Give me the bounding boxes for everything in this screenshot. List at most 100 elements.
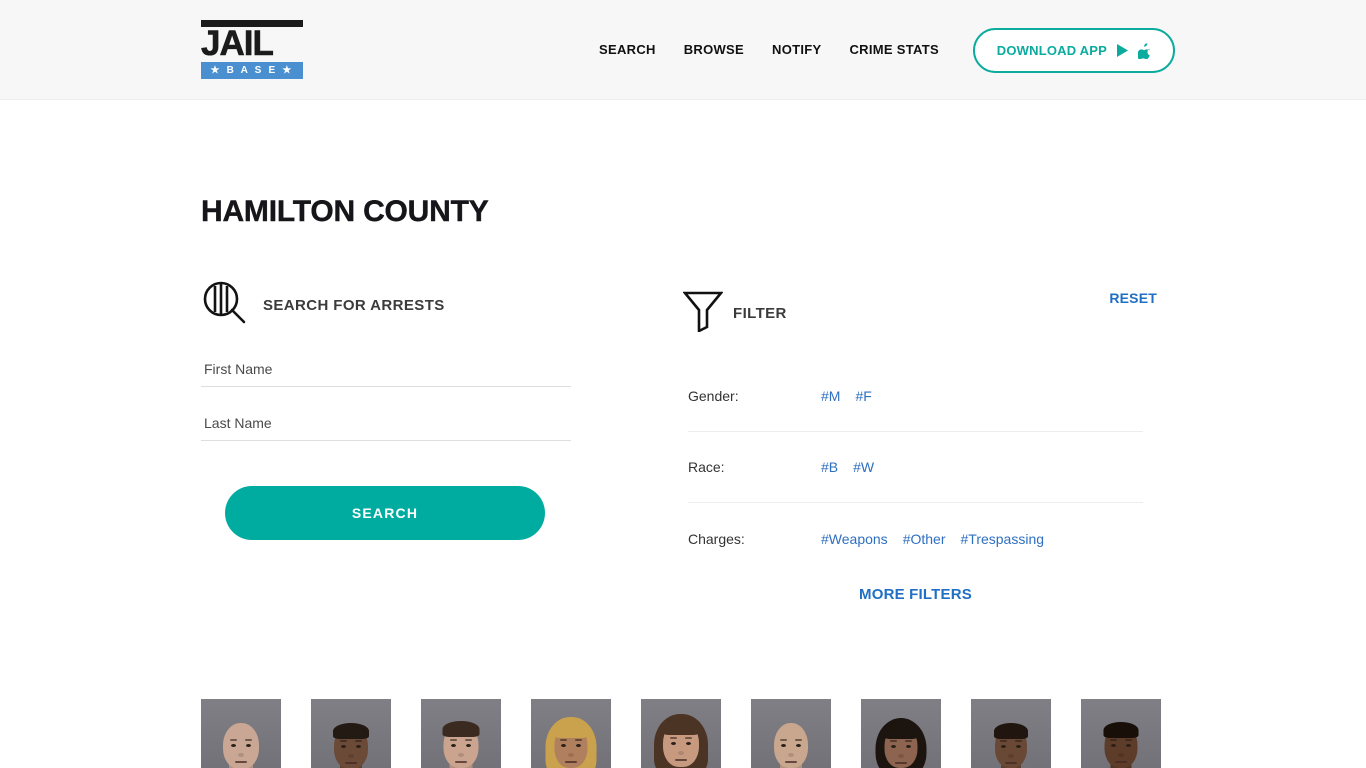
mugshot-thumbnail[interactable]: JailBase.com [641, 699, 721, 768]
mugshot-nose [238, 753, 244, 757]
nav-item-search[interactable]: SEARCH [599, 42, 656, 57]
mugshot-thumbnail[interactable]: JailBase.com [201, 699, 281, 768]
mugshot-hairline [1103, 722, 1139, 738]
filter-panel-header: FILTER RESET [681, 285, 1165, 341]
mugshot-eye [1001, 745, 1006, 748]
mugshot-eye [356, 745, 361, 748]
mugshot-brow [780, 739, 787, 741]
last-name-input[interactable] [201, 409, 571, 441]
mugshot-nose [788, 753, 794, 757]
mugshot-brow [1000, 740, 1007, 742]
nav-item-crime-stats[interactable]: CRIME STATS [849, 42, 938, 57]
apple-icon [1137, 42, 1151, 59]
main-navigation: SEARCH BROWSE NOTIFY CRIME STATS [599, 42, 939, 57]
play-store-icon [1116, 43, 1129, 58]
mugshot-hairline [994, 723, 1028, 739]
mugshot-mouth [1115, 761, 1127, 763]
filter-panel-title: FILTER [733, 304, 787, 322]
filter-tag-gender-f[interactable]: #F [855, 388, 871, 404]
mugshot-brow [795, 739, 802, 741]
mugshot-brow [575, 739, 582, 741]
filter-tag-charge-trespassing[interactable]: #Trespassing [961, 531, 1045, 547]
mugshot-nose [568, 753, 574, 757]
mugshot-eye [1126, 744, 1131, 747]
mugshot-brow [1110, 739, 1117, 741]
mugshot-nose [458, 753, 464, 757]
mugshot-hairline [883, 723, 919, 739]
mugshot-nose [1008, 754, 1014, 758]
mugshot-mouth [675, 759, 687, 761]
search-for-arrests-panel: SEARCH FOR ARRESTS SEARCH [201, 277, 681, 603]
mugshot-eye [796, 744, 801, 747]
nav-item-browse[interactable]: BROWSE [684, 42, 744, 57]
mugshot-eye [231, 744, 236, 747]
mugshot-thumbnail[interactable]: JailBase.com [861, 699, 941, 768]
mugshot-thumbnail[interactable]: JailBase.com [751, 699, 831, 768]
mugshot-eye [576, 744, 581, 747]
mugshot-nose [898, 754, 904, 758]
filter-tag-race-b[interactable]: #B [821, 459, 838, 475]
mugshot-eye [1111, 744, 1116, 747]
mugshot-eye [686, 742, 691, 745]
mugshot-eye [561, 744, 566, 747]
mugshot-brow [450, 739, 457, 741]
search-button[interactable]: SEARCH [225, 486, 545, 540]
filter-label-race: Race: [688, 459, 725, 475]
mugshot-eye [781, 744, 786, 747]
mugshot-brow [465, 739, 472, 741]
mugshot-brow [355, 740, 362, 742]
mugshot-hairline [442, 721, 480, 737]
logo-base-text: ★ B A S E ★ [201, 62, 303, 79]
filter-label-gender: Gender: [688, 388, 739, 404]
recent-mugshots-strip: JailBase.com JailBase.com JailBase.com Jail… [201, 699, 1165, 768]
mugshot-eye [1016, 745, 1021, 748]
mugshot-mouth [565, 761, 577, 763]
filter-label-charges: Charges: [688, 530, 745, 547]
funnel-icon [681, 290, 733, 337]
mugshot-brow [1125, 739, 1132, 741]
mugshot-mouth [235, 761, 247, 763]
page-title: HAMILTON COUNTY [201, 195, 489, 228]
last-name-field-wrap [201, 409, 571, 441]
mugshot-mouth [785, 761, 797, 763]
search-panel-title: SEARCH FOR ARRESTS [263, 296, 445, 314]
filter-rows: Gender: #M #F Race: #B #W Charges: #Weap… [688, 361, 1143, 574]
mugshot-thumbnail[interactable]: JailBase.com [421, 699, 501, 768]
reset-filters-link[interactable]: RESET [1109, 290, 1157, 306]
search-panel-header: SEARCH FOR ARRESTS [201, 277, 681, 333]
mugshot-thumbnail[interactable]: JailBase.com [971, 699, 1051, 768]
nav-item-notify[interactable]: NOTIFY [772, 42, 821, 57]
mugshot-eye [341, 745, 346, 748]
mugshot-nose [678, 751, 684, 755]
mugshot-hairline [553, 722, 589, 738]
mugshot-brow [1015, 740, 1022, 742]
filter-row-race: Race: #B #W [688, 432, 1143, 503]
mugshot-hairline [333, 723, 369, 739]
mugshot-eye [466, 744, 471, 747]
filter-tag-charge-weapons[interactable]: #Weapons [821, 531, 888, 547]
mugshot-eye [246, 744, 251, 747]
mugshot-thumbnail[interactable]: JailBase.com [311, 699, 391, 768]
filter-tag-gender-m[interactable]: #M [821, 388, 840, 404]
mugshot-eye [906, 745, 911, 748]
site-logo[interactable]: JAIL ★ B A S E ★ [201, 20, 305, 79]
filter-tag-charge-other[interactable]: #Other [903, 531, 946, 547]
mugshot-brow [245, 739, 252, 741]
mugshot-nose [1118, 753, 1124, 757]
filter-tag-race-w[interactable]: #W [853, 459, 874, 475]
mugshot-thumbnail[interactable]: JailBase.com [1081, 699, 1161, 768]
mugshot-eye [451, 744, 456, 747]
magnifier-barcode-icon [201, 280, 263, 331]
download-app-button[interactable]: DOWNLOAD APP [972, 28, 1175, 73]
logo-jail-text: JAIL [201, 24, 274, 63]
search-and-filter-columns: SEARCH FOR ARRESTS SEARCH FILTER RESET [201, 277, 1165, 603]
first-name-input[interactable] [201, 355, 571, 387]
site-header: JAIL ★ B A S E ★ SEARCH BROWSE NOTIFY CR… [0, 0, 1366, 100]
mugshot-nose [348, 754, 354, 758]
mugshot-brow [340, 740, 347, 742]
mugshot-brow [670, 737, 677, 739]
mugshot-thumbnail[interactable]: JailBase.com [531, 699, 611, 768]
mugshot-mouth [345, 762, 357, 764]
mugshot-mouth [895, 762, 907, 764]
more-filters-link[interactable]: MORE FILTERS [688, 586, 1143, 603]
